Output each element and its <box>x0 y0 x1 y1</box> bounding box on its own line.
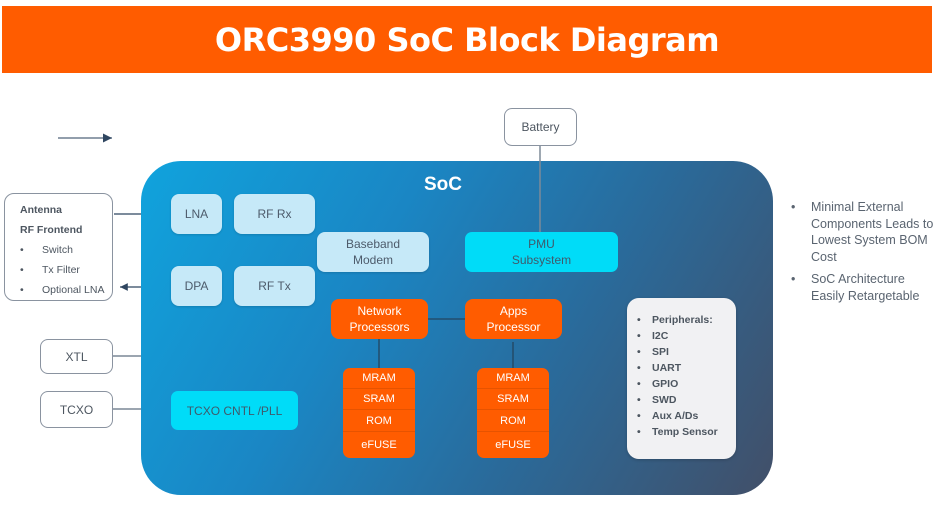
peripheral-item: • SWD <box>637 394 677 406</box>
antenna-heading: Antenna <box>20 204 62 216</box>
peripheral-item: • GPIO <box>637 378 679 390</box>
peripheral-item: • I2C <box>637 330 669 342</box>
baseband-modem-block: Baseband Modem <box>317 232 429 272</box>
page-title: ORC3990 SoC Block Diagram <box>214 20 720 59</box>
apps-processor-block: Apps Processor <box>465 299 562 339</box>
peripherals-box: • Peripherals: • I2C • SPI • UART • GPIO • SWD… <box>627 298 736 459</box>
network-memory-stack: MRAM SRAM ROM eFUSE <box>343 368 415 458</box>
apps-memory-stack: MRAM SRAM ROM eFUSE <box>477 368 549 458</box>
dpa-label: DPA <box>184 279 209 293</box>
tcxo-label: TCXO <box>59 402 94 417</box>
battery-box: Battery <box>504 108 577 146</box>
notes-list: • Minimal External Components Leads to Lo… <box>791 199 936 310</box>
tcxo-cntl-pll-block: TCXO CNTL /PLL <box>171 391 298 430</box>
antenna-item: • Optional LNA <box>20 284 105 296</box>
battery-label: Battery <box>521 120 560 134</box>
memory-efuse: eFUSE <box>361 438 397 451</box>
network-processors-label: Network Processors <box>349 304 410 334</box>
rf-rx-block: RF Rx <box>234 194 315 234</box>
title-banner: ORC3990 SoC Block Diagram <box>2 6 932 73</box>
baseband-modem-label: Baseband Modem <box>345 237 401 267</box>
peripheral-item: • UART <box>637 362 682 374</box>
xtl-label: XTL <box>65 349 88 364</box>
memory-rom: ROM <box>477 410 549 432</box>
soc-label: SoC <box>424 174 462 195</box>
antenna-rf-frontend-box: Antenna RF Frontend • Switch • Tx Filter •… <box>4 193 113 301</box>
antenna-item: • Switch <box>20 244 73 256</box>
tcxo-cntl-pll-label: TCXO CNTL /PLL <box>186 403 283 418</box>
memory-sram: SRAM <box>477 389 549 411</box>
lna-block: LNA <box>171 194 222 234</box>
xtl-box: XTL <box>40 339 113 374</box>
peripheral-item: • Aux A/Ds <box>637 410 699 422</box>
peripheral-item: • Temp Sensor <box>637 426 718 438</box>
rf-tx-label: RF Tx <box>258 279 291 293</box>
note-item: • Minimal External Components Leads to Lo… <box>791 200 934 264</box>
pmu-subsystem-label: PMU Subsystem <box>511 237 572 267</box>
note-item: • SoC Architecture Easily Retargetable <box>791 272 920 303</box>
memory-mram: MRAM <box>477 368 549 390</box>
pmu-subsystem-block: PMU Subsystem <box>465 232 618 272</box>
peripheral-item: • SPI <box>637 346 669 358</box>
rf-frontend-heading: RF Frontend <box>20 224 83 236</box>
memory-mram: MRAM <box>343 368 415 390</box>
peripheral-item: • Peripherals: <box>637 314 713 326</box>
antenna-item: • Tx Filter <box>20 264 80 276</box>
rf-tx-block: RF Tx <box>234 266 315 306</box>
dpa-block: DPA <box>171 266 222 306</box>
memory-efuse: eFUSE <box>495 438 531 451</box>
apps-processor-label: Apps Processor <box>486 304 541 334</box>
tcxo-box: TCXO <box>40 391 113 428</box>
rf-rx-label: RF Rx <box>257 207 292 221</box>
memory-sram: SRAM <box>343 389 415 411</box>
lna-label: LNA <box>184 207 209 221</box>
network-processors-block: Network Processors <box>331 299 428 339</box>
memory-rom: ROM <box>343 410 415 432</box>
